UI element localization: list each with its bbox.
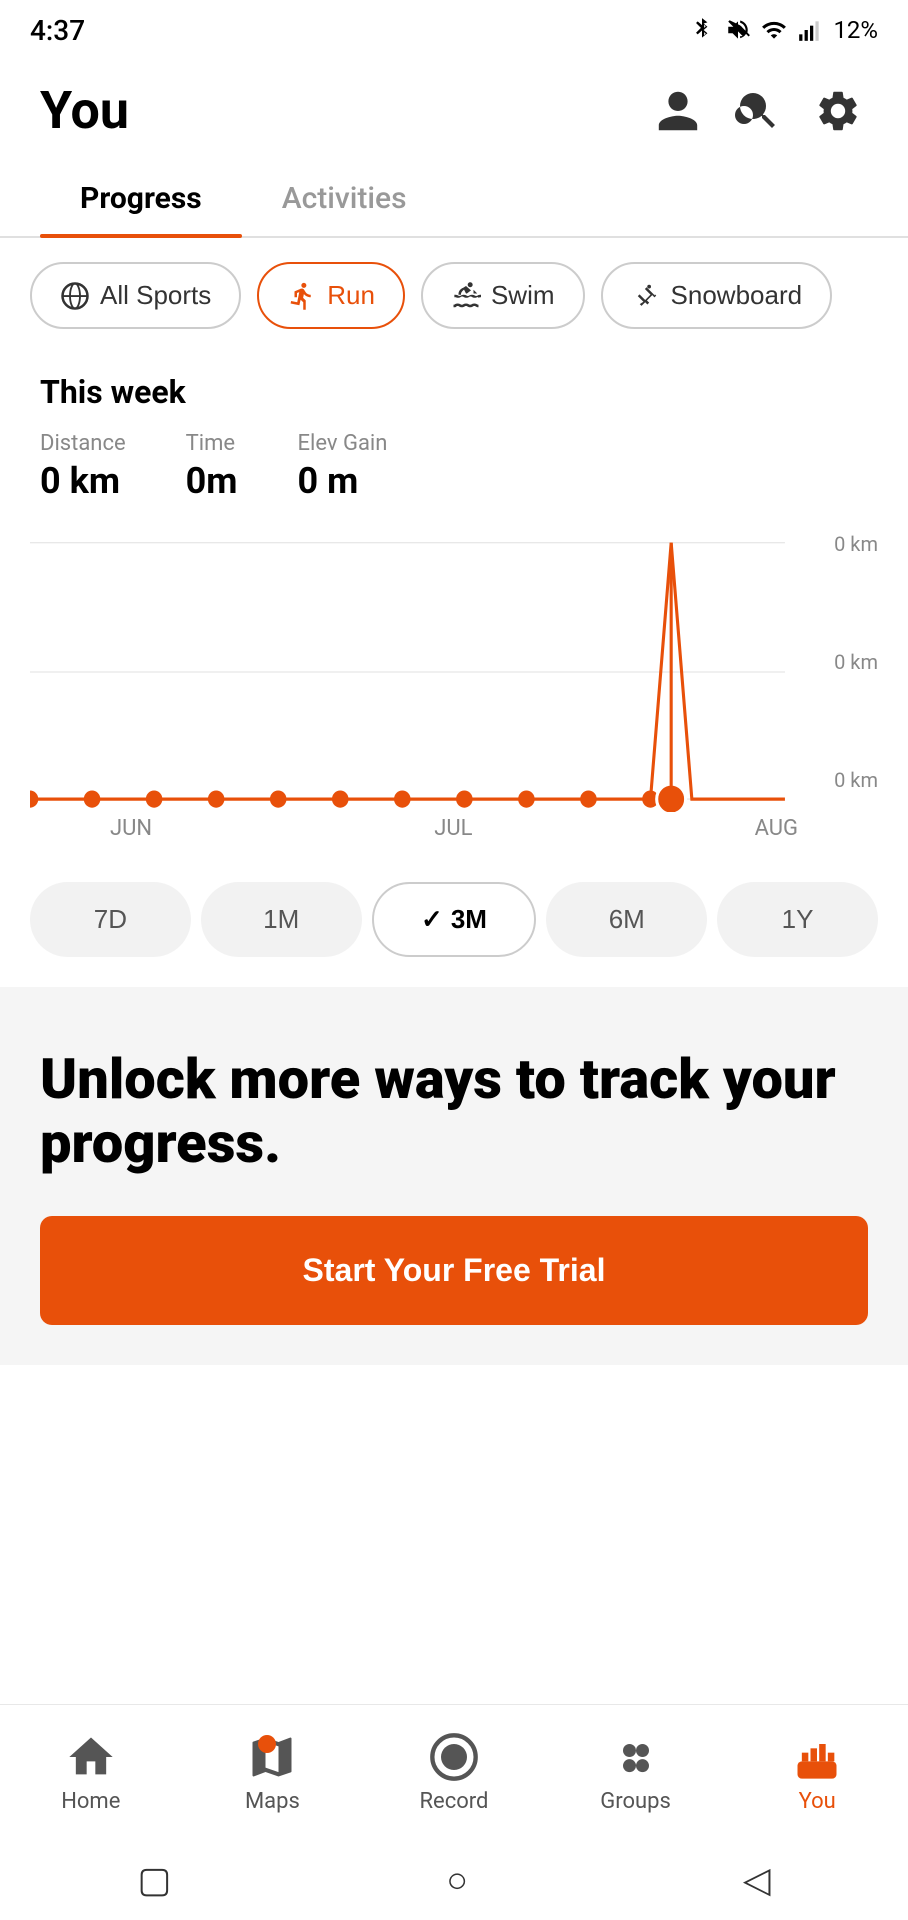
run-label: Run <box>327 280 375 311</box>
you-icon <box>791 1731 843 1783</box>
time-range-container: 7D 1M ✓ 3M 6M 1Y <box>0 862 908 977</box>
time-btn-1y[interactable]: 1Y <box>717 882 878 957</box>
stat-elev-value: 0 m <box>297 460 387 502</box>
chart-dot <box>30 790 38 807</box>
upsell-section: Unlock more ways to track your progress.… <box>0 987 908 1365</box>
stats-row: Distance 0 km Time 0m Elev Gain 0 m <box>40 431 868 502</box>
android-recents-btn[interactable]: ▢ <box>137 1859 171 1901</box>
nav-you-label: You <box>799 1789 836 1814</box>
swim-icon <box>451 281 481 311</box>
settings-icon <box>814 87 862 135</box>
chart-dot <box>394 790 411 807</box>
stat-elev-gain: Elev Gain 0 m <box>297 431 387 502</box>
chart-y-label-mid: 0 km <box>834 650 878 674</box>
nav-groups[interactable]: Groups <box>576 1721 696 1824</box>
stat-distance: Distance 0 km <box>40 431 126 502</box>
signal-icon <box>797 17 823 43</box>
nav-maps[interactable]: Maps <box>212 1721 332 1824</box>
nav-home[interactable]: Home <box>31 1721 151 1824</box>
chart-dot <box>146 790 163 807</box>
stat-elev-label: Elev Gain <box>297 431 387 456</box>
nav-record[interactable]: Record <box>394 1721 514 1824</box>
stat-time: Time 0m <box>186 431 238 502</box>
record-icon <box>428 1731 480 1783</box>
filter-all-sports[interactable]: All Sports <box>30 262 241 329</box>
upsell-title: Unlock more ways to track your progress. <box>40 1047 868 1176</box>
stat-time-label: Time <box>186 431 238 456</box>
chart-dot <box>84 790 101 807</box>
run-icon <box>287 281 317 311</box>
snowboard-icon <box>631 281 661 311</box>
chart-area: 0 km 0 km 0 km <box>30 532 878 852</box>
battery-text: 12% <box>833 16 878 44</box>
nav-record-label: Record <box>420 1789 489 1814</box>
all-sports-icon <box>60 281 90 311</box>
profile-icon <box>654 87 702 135</box>
stat-distance-value: 0 km <box>40 460 126 502</box>
chart-x-jul: JUL <box>434 816 472 841</box>
filter-snowboard[interactable]: Snowboard <box>601 262 833 329</box>
chart-y-label-top: 0 km <box>834 532 878 556</box>
groups-icon <box>610 1731 662 1783</box>
swim-label: Swim <box>491 280 555 311</box>
time-btn-6m[interactable]: 6M <box>546 882 707 957</box>
chart-dot <box>332 790 349 807</box>
search-icon <box>734 87 782 135</box>
status-icons: 12% <box>689 16 878 44</box>
android-nav-bar: ▢ ○ ◁ <box>0 1840 908 1920</box>
stat-time-value: 0m <box>186 460 238 502</box>
header-actions <box>648 81 868 141</box>
time-btn-1m[interactable]: 1M <box>201 882 362 957</box>
chart-dot <box>270 790 287 807</box>
all-sports-label: All Sports <box>100 280 211 311</box>
page-title: You <box>40 80 129 141</box>
checkmark-icon: ✓ <box>421 904 443 935</box>
nav-maps-label: Maps <box>245 1789 300 1814</box>
nav-groups-label: Groups <box>600 1789 671 1814</box>
nav-home-label: Home <box>61 1789 120 1814</box>
header: You <box>0 60 908 161</box>
settings-button[interactable] <box>808 81 868 141</box>
this-week-section: This week Distance 0 km Time 0m Elev Gai… <box>0 353 908 532</box>
bluetooth-icon <box>689 17 715 43</box>
snowboard-label: Snowboard <box>671 280 803 311</box>
nav-you[interactable]: You <box>757 1721 877 1824</box>
chart-x-jun: JUN <box>110 816 152 841</box>
android-home-btn[interactable]: ○ <box>446 1859 468 1901</box>
chart-x-aug: AUG <box>755 816 798 841</box>
wifi-icon <box>761 17 787 43</box>
sport-filters: All Sports Run Swim Snowboard <box>0 238 908 353</box>
chart-y-label-bot: 0 km <box>834 768 878 792</box>
free-trial-button[interactable]: Start Your Free Trial <box>40 1216 868 1325</box>
chart-svg <box>30 532 878 812</box>
chart-dot <box>456 790 473 807</box>
bottom-nav: Home Maps Record <box>0 1704 908 1840</box>
status-bar: 4:37 12% <box>0 0 908 60</box>
tab-activities[interactable]: Activities <box>242 161 447 236</box>
stat-distance-label: Distance <box>40 431 126 456</box>
status-time: 4:37 <box>30 14 85 47</box>
this-week-title: This week <box>40 373 868 411</box>
profile-button[interactable] <box>648 81 708 141</box>
home-icon <box>65 1731 117 1783</box>
time-btn-7d[interactable]: 7D <box>30 882 191 957</box>
chart-dot <box>580 790 597 807</box>
chart-dot <box>518 790 535 807</box>
time-btn-3m[interactable]: ✓ 3M <box>372 882 537 957</box>
android-back-btn[interactable]: ◁ <box>743 1859 771 1901</box>
filter-swim[interactable]: Swim <box>421 262 585 329</box>
tabs-container: Progress Activities <box>0 161 908 238</box>
tab-progress[interactable]: Progress <box>40 161 242 236</box>
chart-container: 0 km 0 km 0 km <box>0 532 908 862</box>
search-button[interactable] <box>728 81 788 141</box>
chart-dot <box>208 790 225 807</box>
filter-run[interactable]: Run <box>257 262 405 329</box>
mute-icon <box>725 17 751 43</box>
